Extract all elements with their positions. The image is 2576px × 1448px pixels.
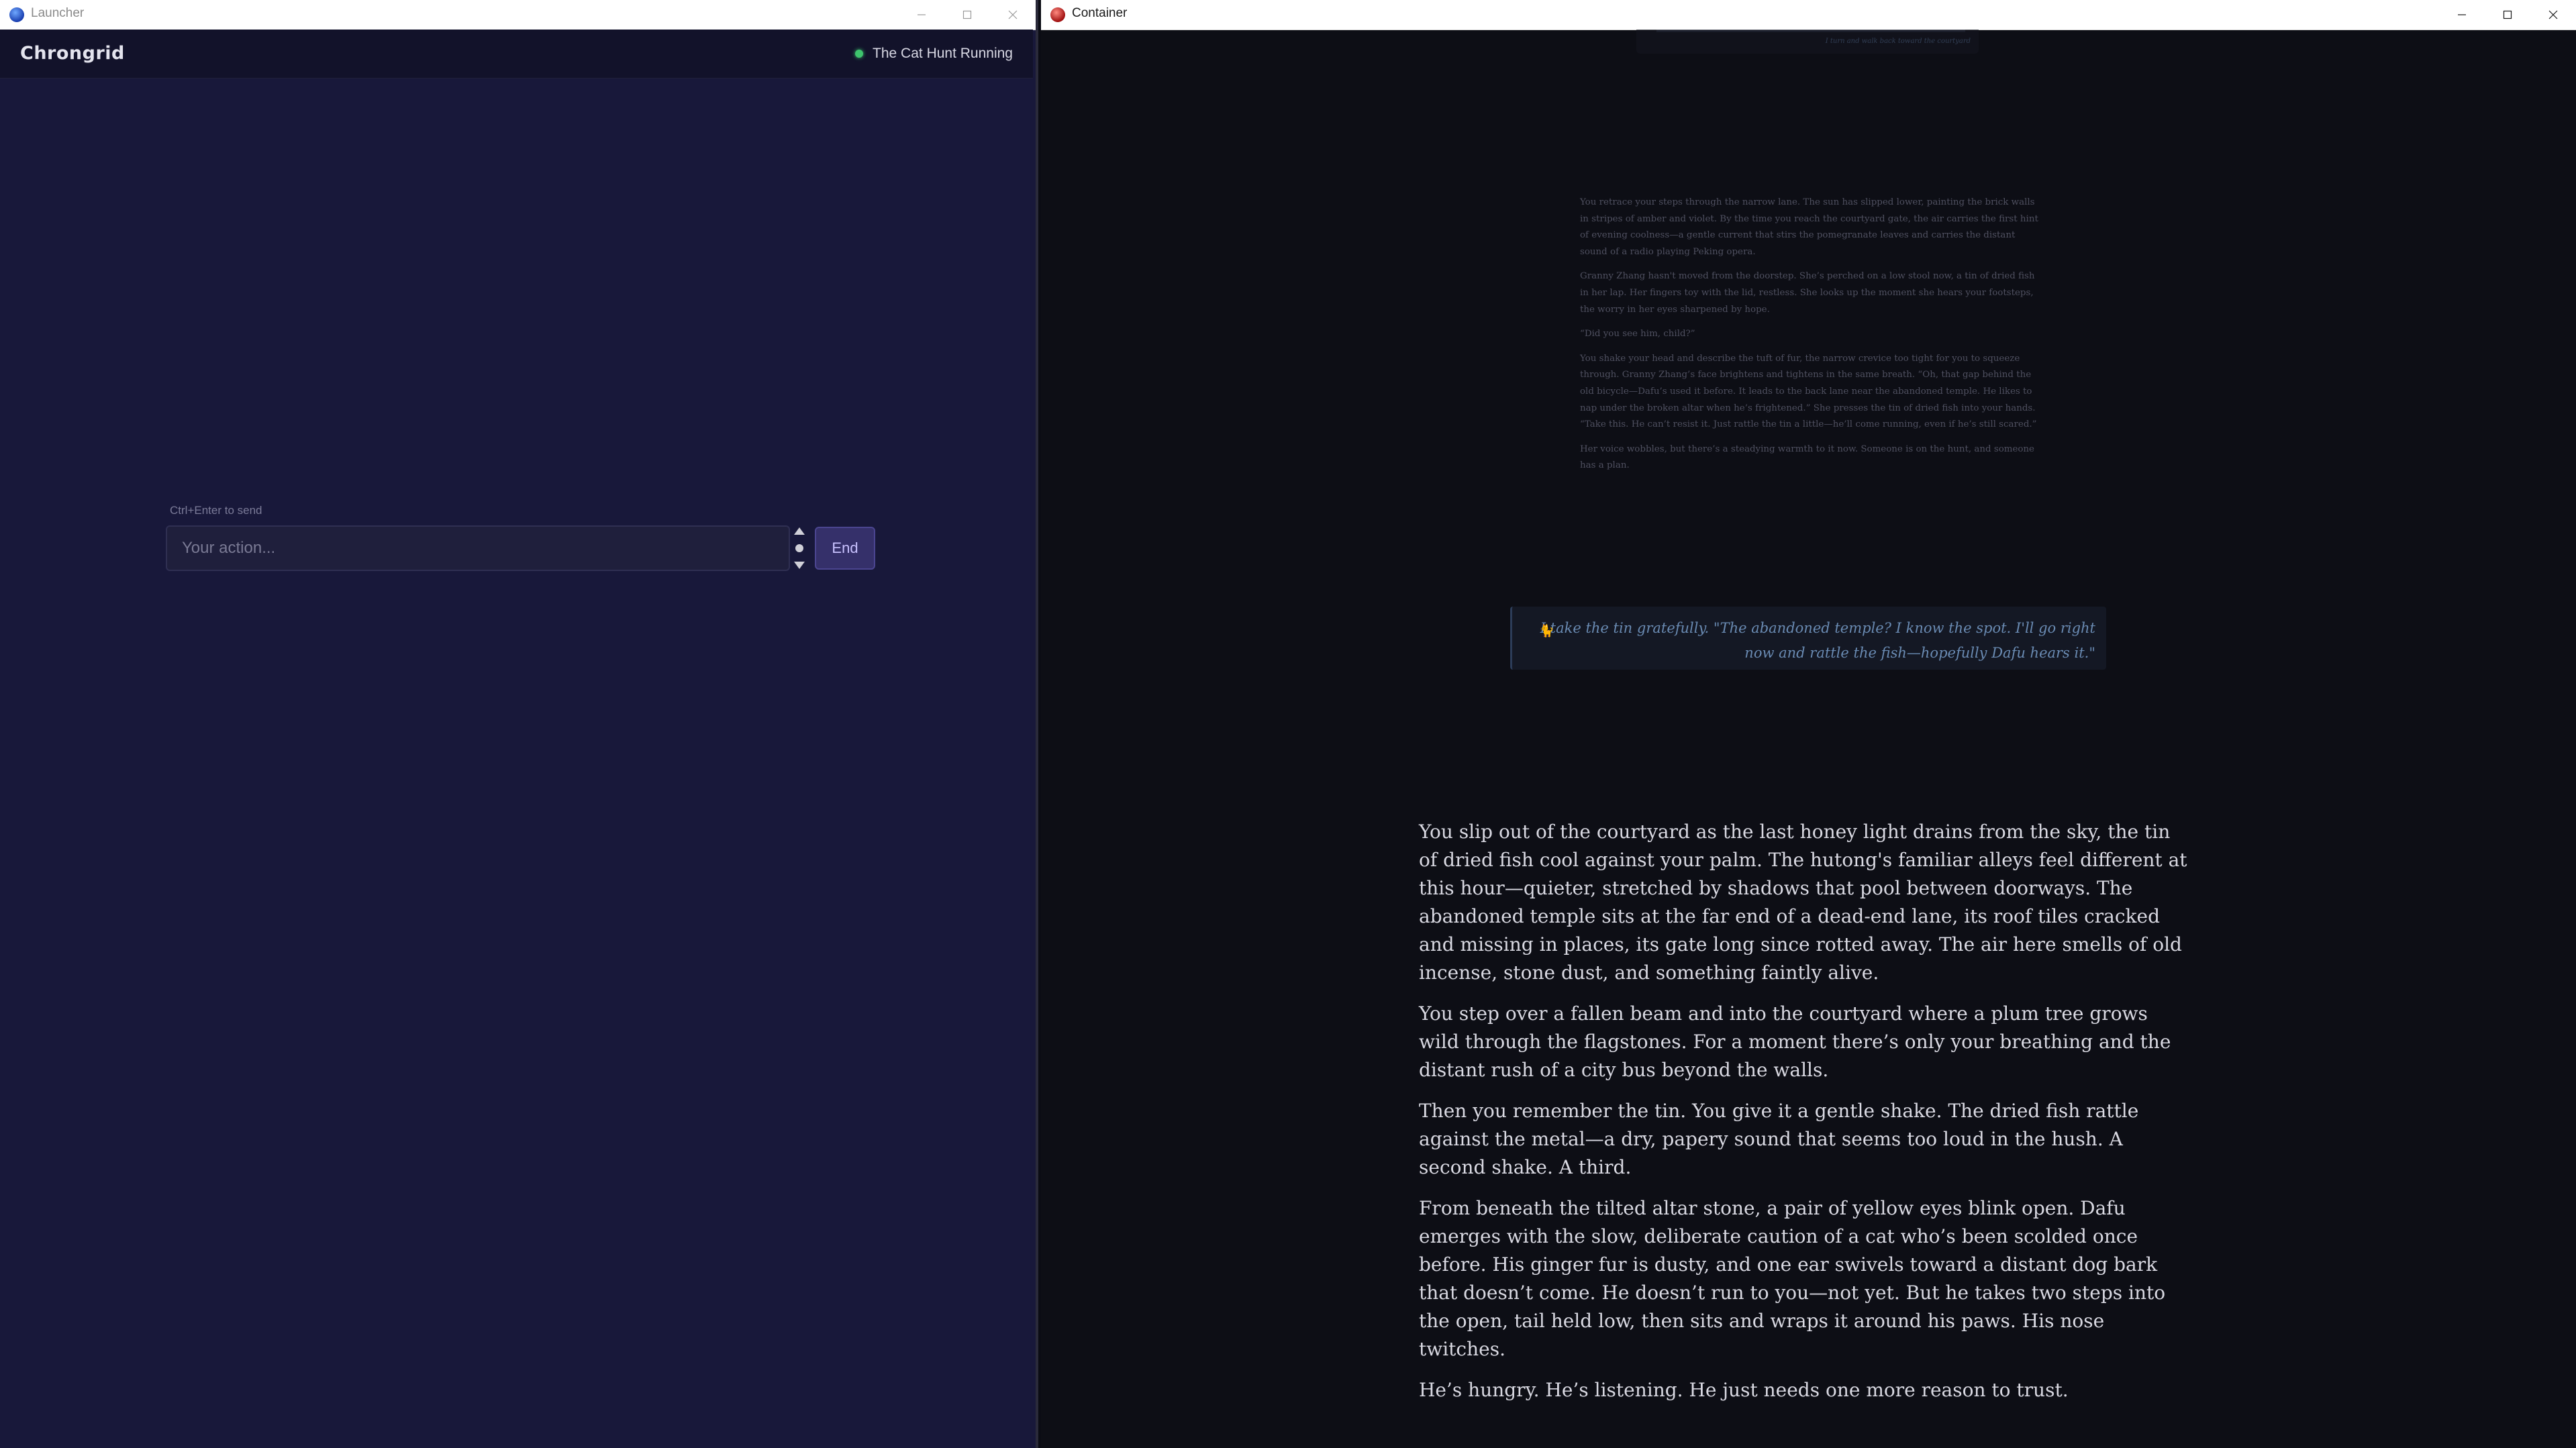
previous-story-paragraph: “Did you see him, child?” bbox=[1580, 329, 1695, 340]
status-dot-icon bbox=[855, 50, 864, 58]
previous-story-paragraph: Her voice wobbles, but there’s a steadyi… bbox=[1580, 444, 2034, 471]
minimize-icon[interactable] bbox=[2439, 0, 2485, 30]
maximize-icon[interactable] bbox=[2485, 0, 2530, 30]
container-app-icon bbox=[1050, 7, 1065, 22]
spin-grip-icon[interactable] bbox=[795, 544, 803, 552]
maximize-icon[interactable] bbox=[944, 0, 990, 30]
spin-down-icon[interactable] bbox=[794, 562, 805, 569]
previous-story-paragraph: You shake your head and describe the tuf… bbox=[1580, 353, 2037, 430]
status-text: The Cat Hunt Running bbox=[873, 46, 1013, 61]
player-action-quote: 🐈 I take the tin gratefully. "The abando… bbox=[1510, 607, 2106, 670]
minimize-icon[interactable] bbox=[899, 0, 944, 30]
launcher-titlebar: Launcher bbox=[0, 0, 1036, 30]
player-action-text: I take the tin gratefully. "The abandone… bbox=[1540, 620, 2095, 661]
session-status: The Cat Hunt Running bbox=[855, 46, 1013, 62]
faded-text-line bbox=[1656, 30, 1965, 32]
app-header: Chrongrid The Cat Hunt Running bbox=[0, 30, 1033, 79]
previous-story-paragraph: You retrace your steps through the narro… bbox=[1580, 197, 2038, 257]
previous-action-text: I turn and walk back toward the courtyar… bbox=[1825, 38, 1971, 45]
player-action-icon: 🐈 bbox=[1539, 624, 1554, 638]
story-paragraph: He’s hungry. He’s listening. He just nee… bbox=[1419, 1379, 2069, 1401]
launcher-app-icon bbox=[9, 7, 24, 22]
story-paragraph: You step over a fallen beam and into the… bbox=[1419, 1002, 2171, 1081]
launcher-window: Launcher Chrongrid The Cat Hunt Running … bbox=[0, 0, 1038, 1448]
send-hint: Ctrl+Enter to send bbox=[170, 504, 262, 517]
input-spinner[interactable] bbox=[792, 525, 807, 571]
container-window-title: Container bbox=[1072, 6, 1128, 20]
previous-action-box: I turn and walk back toward the courtyar… bbox=[1636, 30, 1979, 54]
app-brand: Chrongrid bbox=[20, 43, 125, 64]
launcher-window-title: Launcher bbox=[31, 6, 85, 20]
container-titlebar: Container bbox=[1041, 0, 2576, 30]
end-button[interactable]: End bbox=[815, 527, 875, 570]
close-icon[interactable] bbox=[990, 0, 1036, 30]
story-paragraph: Then you remember the tin. You give it a… bbox=[1419, 1100, 2139, 1178]
previous-story-paragraph: Granny Zhang hasn't moved from the doors… bbox=[1580, 271, 2035, 315]
close-icon[interactable] bbox=[2530, 0, 2576, 30]
current-story: You slip out of the courtyard as the las… bbox=[1419, 818, 2191, 1417]
previous-story: You retrace your steps through the narro… bbox=[1580, 195, 2040, 482]
spin-up-icon[interactable] bbox=[794, 527, 805, 535]
action-input[interactable] bbox=[166, 525, 790, 571]
story-paragraph: You slip out of the courtyard as the las… bbox=[1419, 821, 2187, 984]
story-paragraph: From beneath the tilted altar stone, a p… bbox=[1419, 1197, 2166, 1360]
